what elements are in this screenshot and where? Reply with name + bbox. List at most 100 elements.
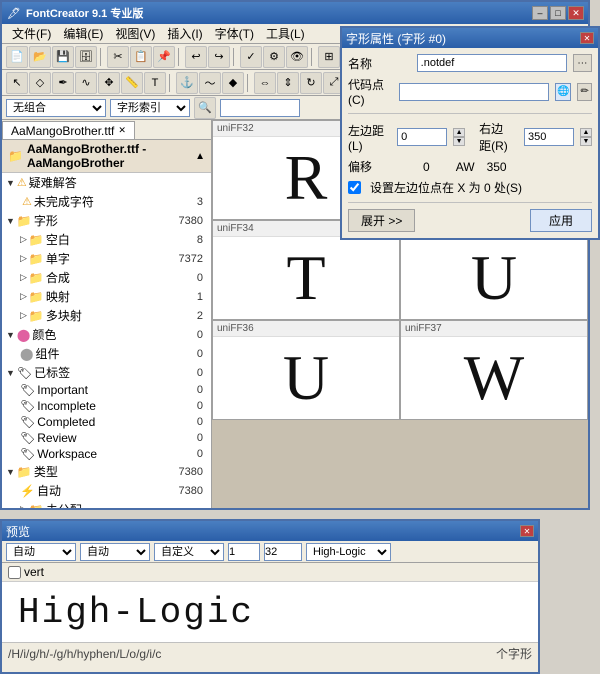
tree-area: ▼ ⚠ 疑难解答 ⚠ 未完成字符 3 ▼ 📁 字形 7380 ▷ 📁 <box>2 173 211 508</box>
workspace-tag-icon: 🏷 <box>20 447 35 461</box>
measure-icon[interactable]: 📏 <box>121 72 143 94</box>
tree-item-multimap[interactable]: ▷ 📁 多块射 2 <box>2 306 211 325</box>
save-icon[interactable]: 💾 <box>52 46 74 68</box>
left-spin[interactable]: ▲ ▼ <box>453 128 465 146</box>
expand-button[interactable]: 展开 >> <box>348 209 415 232</box>
minimize-button[interactable]: – <box>532 6 548 20</box>
preview-bottom: /H/i/g/h/-/g/h/hyphen/L/o/g/i/c 个字形 <box>2 642 538 664</box>
right-spin-up[interactable]: ▲ <box>580 128 592 137</box>
flip-v-icon[interactable]: ⇕ <box>277 72 299 94</box>
generate-icon[interactable]: ⚙ <box>263 46 285 68</box>
tree-item-color[interactable]: ▼ ⬤ 颜色 0 <box>2 325 211 344</box>
search-input[interactable] <box>220 99 300 117</box>
cut-icon[interactable]: ✂ <box>107 46 129 68</box>
text-icon[interactable]: T <box>144 72 166 94</box>
window-title: FontCreator 9.1 专业版 <box>26 5 532 21</box>
glyph-cell-U2[interactable]: uniFF36 U <box>212 320 400 420</box>
tree-item-important[interactable]: 🏷 Important 0 <box>2 382 211 398</box>
tree-item-completed[interactable]: 🏷 Completed 0 <box>2 414 211 430</box>
prop-content: 名称 ⋯ 代码点(C) 🌐 ✏ 左边距(L) ▲ ▼ 右边距(R) ▲ ▼ <box>342 48 598 238</box>
zero-checkbox[interactable] <box>348 181 361 194</box>
close-button[interactable]: ✕ <box>568 6 584 20</box>
rotate-icon[interactable]: ↻ <box>300 72 322 94</box>
anchor-icon[interactable]: ⚓ <box>176 72 198 94</box>
tree-item-incomplete[interactable]: 🏷 Incomplete 0 <box>2 398 211 414</box>
codepoint-icon-btn[interactable]: 🌐 <box>555 83 571 101</box>
tree-item-mapping[interactable]: ▷ 📁 映射 1 <box>2 287 211 306</box>
paste-icon[interactable]: 📌 <box>153 46 175 68</box>
tree-item-single[interactable]: ▷ 📁 单字 7372 <box>2 249 211 268</box>
vert-checkbox[interactable] <box>8 566 21 579</box>
flip-h-icon[interactable]: ⇔ <box>254 72 276 94</box>
tree-item-glyphs[interactable]: ▼ 📁 字形 7380 <box>2 211 211 230</box>
codepoint-edit-btn[interactable]: ✏ <box>577 83 592 101</box>
tree-item-types[interactable]: ▼ 📁 类型 7380 <box>2 462 211 481</box>
file-tab[interactable]: AaMangoBrother.ttf ✕ <box>2 121 135 139</box>
right-input[interactable] <box>524 128 574 146</box>
new-icon[interactable]: 📄 <box>6 46 28 68</box>
menu-insert[interactable]: 插入(I) <box>161 23 208 44</box>
preview-spin-input[interactable] <box>228 543 260 561</box>
validate-icon[interactable]: ✓ <box>240 46 262 68</box>
contour-icon[interactable]: ◇ <box>29 72 51 94</box>
tree-item-unmatched[interactable]: ▷ 📁 未公配 <box>2 500 211 508</box>
name-input[interactable] <box>417 54 567 72</box>
apply-button[interactable]: 应用 <box>530 209 592 232</box>
right-spin[interactable]: ▲ ▼ <box>580 128 592 146</box>
preview-combo-1[interactable]: 自动 <box>6 543 76 561</box>
redo-icon[interactable]: ↪ <box>208 46 230 68</box>
separator-2 <box>178 48 182 66</box>
tab-close-icon[interactable]: ✕ <box>118 125 126 136</box>
tree-item-incomplete-chars[interactable]: ⚠ 未完成字符 3 <box>2 192 211 211</box>
preview-combo-3[interactable]: 自定义 <box>154 543 224 561</box>
menu-tools[interactable]: 工具(L) <box>260 23 311 44</box>
glyph-cell-W[interactable]: uniFF37 W <box>400 320 588 420</box>
tree-item-blank[interactable]: ▷ 📁 空白 8 <box>2 230 211 249</box>
left-input[interactable] <box>397 128 447 146</box>
select-icon[interactable]: ↖ <box>6 72 28 94</box>
menu-font[interactable]: 字体(T) <box>209 23 260 44</box>
preview-combo-2[interactable]: 自动 <box>80 543 150 561</box>
preview-font-combo[interactable]: High-Logic <box>306 543 391 561</box>
menu-file[interactable]: 文件(F) <box>6 23 57 44</box>
tree-item-compound[interactable]: ▷ 📁 合成 0 <box>2 268 211 287</box>
tree-item-workspace[interactable]: 🏷 Workspace 0 <box>2 446 211 462</box>
open-icon[interactable]: 📂 <box>29 46 51 68</box>
codepoint-input[interactable] <box>399 83 549 101</box>
preview-controls: ✕ <box>520 525 534 537</box>
move-icon[interactable]: ✥ <box>98 72 120 94</box>
right-spin-down[interactable]: ▼ <box>580 137 592 146</box>
tree-item-component[interactable]: ⬤ 组件 0 <box>2 344 211 363</box>
menu-view[interactable]: 视图(V) <box>109 23 161 44</box>
prop-close-button[interactable]: ✕ <box>580 32 594 44</box>
scroll-up-icon[interactable]: ▲ <box>195 151 205 162</box>
preview-size-input[interactable] <box>264 543 302 561</box>
color-icon: ⬤ <box>17 328 30 342</box>
left-spin-down[interactable]: ▼ <box>453 137 465 146</box>
index-combo[interactable]: 字形索引 <box>110 99 190 117</box>
title-bar: 🖋 FontCreator 9.1 专业版 – □ ✕ <box>2 2 588 24</box>
group-combo[interactable]: 无组合 <box>6 99 106 117</box>
pen-icon[interactable]: ✒ <box>52 72 74 94</box>
preview-icon[interactable]: 👁 <box>286 46 308 68</box>
expand-icon-color: ▼ <box>6 330 15 340</box>
copy-icon[interactable]: 📋 <box>130 46 152 68</box>
tree-item-auto[interactable]: ⚡ 自动 7380 <box>2 481 211 500</box>
expand-icon-2: ▼ <box>6 216 15 226</box>
tree-item-review[interactable]: 🏷 Review 0 <box>2 430 211 446</box>
left-spin-up[interactable]: ▲ <box>453 128 465 137</box>
preview-close-btn[interactable]: ✕ <box>520 525 534 537</box>
smooth-icon[interactable]: 〜 <box>199 72 221 94</box>
tree-item-troubleshoot[interactable]: ▼ ⚠ 疑难解答 <box>2 173 211 192</box>
name-browse-btn[interactable]: ⋯ <box>573 54 592 72</box>
sharp-icon[interactable]: ◆ <box>222 72 244 94</box>
name-label: 名称 <box>348 55 411 72</box>
search-icon[interactable]: 🔍 <box>194 97 216 119</box>
menu-edit[interactable]: 编辑(E) <box>57 23 109 44</box>
undo-icon[interactable]: ↩ <box>185 46 207 68</box>
bezier-icon[interactable]: ∿ <box>75 72 97 94</box>
save-all-icon[interactable]: 🗄 <box>75 46 97 68</box>
maximize-button[interactable]: □ <box>550 6 566 20</box>
tree-item-tagged[interactable]: ▼ 🏷 已标签 0 <box>2 363 211 382</box>
grid-icon[interactable]: ⊞ <box>318 46 340 68</box>
